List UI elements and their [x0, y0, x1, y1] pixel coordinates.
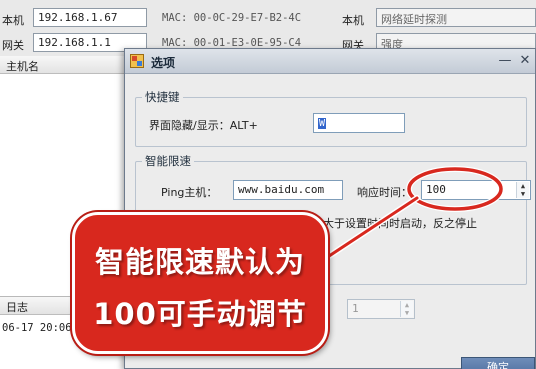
app-window-icon [130, 54, 144, 68]
ok-button[interactable]: 确定 [461, 357, 535, 369]
gateway-label: 网关 [2, 39, 24, 52]
host-label: 本机 [2, 14, 24, 27]
ping-host-label: Ping主机： [161, 186, 218, 199]
spin-up-icon[interactable]: ▲ [401, 301, 413, 309]
response-time-spinner[interactable]: ▲ ▼ [516, 182, 529, 198]
ping-host-input[interactable]: www.baidu.com [233, 180, 343, 200]
response-time-input[interactable]: 100 ▲ ▼ [421, 180, 531, 200]
speed-limit-legend: 智能限速 [145, 154, 191, 168]
hotkey-value: W [318, 118, 327, 129]
hotkey-label: 界面隐藏/显示：ALT+ [149, 119, 258, 132]
response-time-value: 100 [426, 183, 446, 196]
host-mac: MAC: 00-0C-29-E7-B2-4C [162, 12, 302, 24]
disabled-spinner-value: 1 [352, 302, 359, 315]
spin-down-icon[interactable]: ▼ [517, 190, 529, 198]
host-name-column-header[interactable]: 主机名 [0, 56, 125, 74]
callout-line-2: 100可手动调节 [93, 297, 307, 331]
speed-limit-description: 时间大于设置时间时启动，反之停止 [301, 217, 477, 230]
right-host-label: 本机 [342, 14, 364, 27]
disabled-spinner-arrows[interactable]: ▲ ▼ [400, 301, 413, 317]
callout-bubble: 智能限速默认为 100可手动调节 [72, 212, 328, 354]
minimize-button[interactable]: — [497, 53, 513, 69]
host-ip-field[interactable]: 192.168.1.67 [33, 8, 147, 27]
response-time-label: 响应时间： [357, 186, 412, 199]
host-mode-field[interactable]: 网络延时探测 [376, 8, 536, 27]
disabled-spinner-input[interactable]: 1 ▲ ▼ [347, 299, 415, 319]
callout-line-1: 智能限速默认为 [94, 245, 305, 279]
hotkey-input[interactable]: W [313, 113, 405, 133]
shortcut-legend: 快捷键 [145, 90, 180, 104]
close-button[interactable]: ✕ [517, 53, 533, 69]
spin-down-icon[interactable]: ▼ [401, 309, 413, 317]
dialog-titlebar[interactable]: 选项 — ✕ [125, 49, 535, 74]
spin-up-icon[interactable]: ▲ [517, 182, 529, 190]
dialog-title: 选项 [151, 56, 176, 70]
